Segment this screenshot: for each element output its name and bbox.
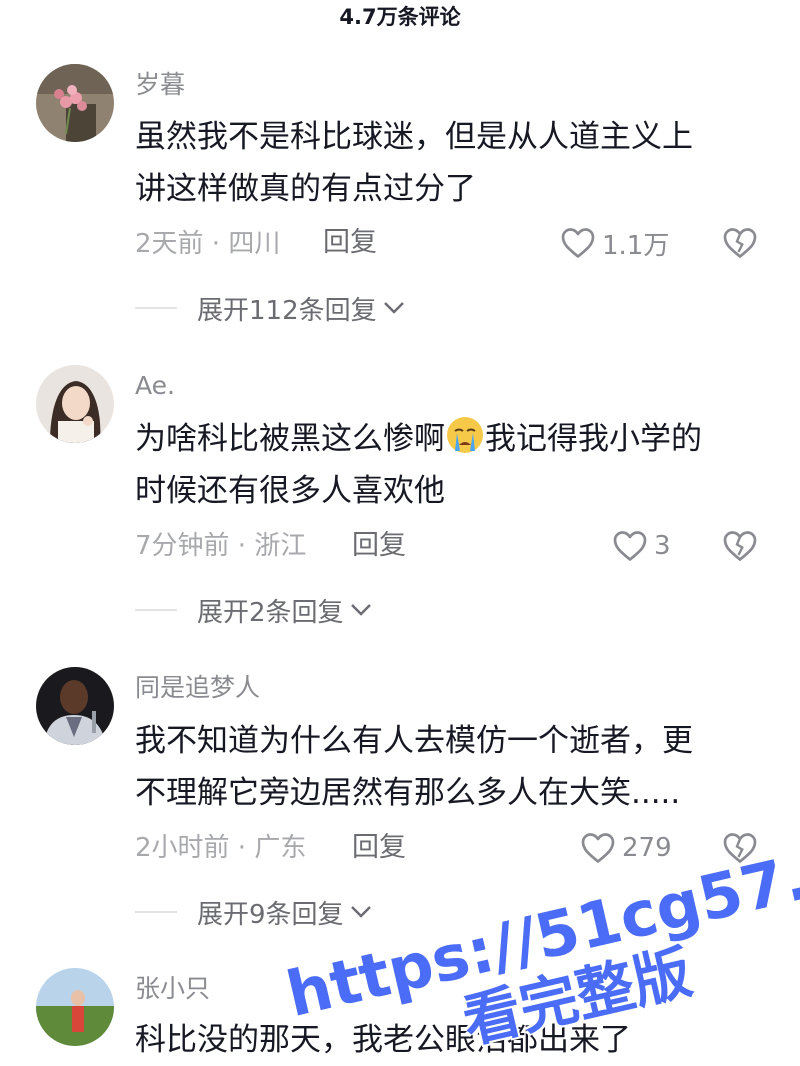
chevron-down-icon xyxy=(350,906,371,918)
comment-username[interactable]: 同是追梦人 xyxy=(135,671,260,705)
expand-replies-button[interactable]: 展开9条回复 xyxy=(135,894,372,930)
dislike-icon[interactable] xyxy=(722,528,758,564)
heart-icon xyxy=(613,531,647,561)
comment-time-location: 2小时前 · 广东 xyxy=(135,833,307,863)
like-button[interactable]: 1.1万 xyxy=(560,223,669,263)
comment-time-location: 2天前 · 四川 xyxy=(135,229,281,259)
like-button[interactable]: 279 xyxy=(580,828,672,868)
heart-icon xyxy=(581,833,615,863)
divider xyxy=(135,609,177,611)
like-count: 3 xyxy=(654,531,671,561)
reply-button[interactable]: 回复 xyxy=(352,528,406,564)
avatar[interactable] xyxy=(36,64,114,142)
like-count: 279 xyxy=(622,833,672,863)
divider xyxy=(135,307,177,309)
reply-button[interactable]: 回复 xyxy=(323,225,377,261)
dislike-icon[interactable] xyxy=(722,830,758,866)
divider xyxy=(135,911,177,913)
comment-username[interactable]: 张小只 xyxy=(135,972,210,1006)
dislike-icon[interactable] xyxy=(722,225,758,261)
chevron-down-icon xyxy=(350,604,371,616)
chevron-down-icon xyxy=(383,302,404,314)
comment-text: 虽然我不是科比球迷，但是从人道主义上 讲这样做真的有点过分了 xyxy=(135,119,693,207)
avatar[interactable] xyxy=(36,968,114,1046)
comment-text: 科比没的那天，我老公眼泪都出来了 xyxy=(135,1022,631,1058)
heart-icon xyxy=(561,228,595,258)
comment-username[interactable]: 岁暮 xyxy=(135,68,185,102)
expand-replies-button[interactable]: 展开2条回复 xyxy=(135,592,372,628)
avatar[interactable] xyxy=(36,667,114,745)
comment-username[interactable]: Ae. xyxy=(135,369,175,403)
like-count: 1.1万 xyxy=(602,230,670,261)
comment-text: 我不知道为什么有人去模仿一个逝者，更 不理解它旁边居然有那么多人在大笑..... xyxy=(135,723,693,811)
expand-replies-button[interactable]: 展开112条回复 xyxy=(135,290,405,326)
reply-button[interactable]: 回复 xyxy=(352,830,406,866)
avatar[interactable] xyxy=(36,365,114,443)
crying-face-icon xyxy=(447,417,483,453)
watermark-url: https://51cg57.me xyxy=(280,816,800,1032)
comment-text: 为啥科比被黑这么惨啊 我记得我小学的 时候还有很多人喜欢他 xyxy=(135,413,755,517)
like-button[interactable]: 3 xyxy=(612,526,671,566)
watermark: https://51cg57.me 看完整版 xyxy=(280,816,800,1056)
comment-time-location: 7分钟前 · 浙江 xyxy=(135,531,307,561)
comments-count-title: 4.7万条评论 xyxy=(339,5,461,29)
